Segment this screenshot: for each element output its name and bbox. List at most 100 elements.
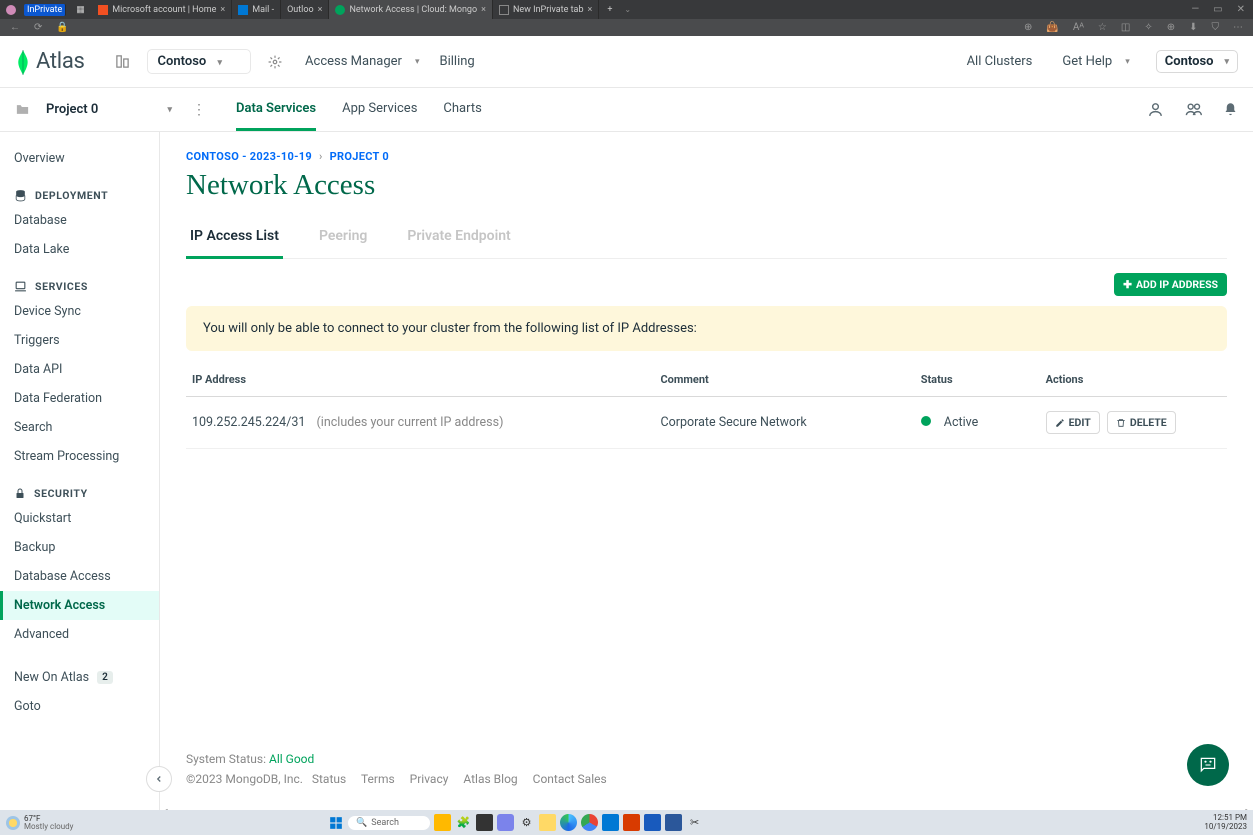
subtab-private-endpoint[interactable]: Private Endpoint xyxy=(403,218,514,258)
taskbar-app-icon[interactable]: ⚙ xyxy=(518,814,535,831)
status-dot-icon xyxy=(921,416,931,426)
sidebar-item-triggers[interactable]: Triggers xyxy=(0,326,159,355)
system-status-value[interactable]: All Good xyxy=(269,752,314,766)
minimize-button[interactable]: — xyxy=(1191,4,1199,15)
project-menu-icon[interactable]: ⋮ xyxy=(186,102,212,118)
sidebar-item-data-federation[interactable]: Data Federation xyxy=(0,384,159,413)
bell-icon[interactable] xyxy=(1223,101,1238,118)
footer-link-terms[interactable]: Terms xyxy=(361,772,395,786)
sidebar-item-stream-processing[interactable]: Stream Processing xyxy=(0,442,159,471)
atlas-logo[interactable]: Atlas xyxy=(15,49,85,75)
users-icon[interactable] xyxy=(1184,101,1203,118)
gear-icon[interactable] xyxy=(261,48,289,76)
settings-icon[interactable]: ⋯ xyxy=(1233,22,1243,33)
project-selector[interactable]: Project 0 ▾ xyxy=(38,98,178,121)
taskbar-app-icon[interactable] xyxy=(623,814,640,831)
sidebar-item-backup[interactable]: Backup xyxy=(0,533,159,562)
new-tab-button[interactable]: + xyxy=(599,5,620,15)
breadcrumb-project[interactable]: PROJECT 0 xyxy=(330,150,389,163)
browser-tab[interactable]: Outloo× xyxy=(281,0,329,19)
sidebar-header-security: SECURITY xyxy=(0,479,159,504)
split-screen-icon[interactable]: ◫ xyxy=(1121,22,1130,33)
start-button[interactable] xyxy=(327,814,344,831)
breadcrumb-org[interactable]: CONTOSO - 2023-10-19 xyxy=(186,150,312,163)
sidebar-item-database-access[interactable]: Database Access xyxy=(0,562,159,591)
subtab-peering[interactable]: Peering xyxy=(315,218,371,258)
org-selector[interactable]: Contoso ▾ xyxy=(147,49,252,74)
browser-tab-active[interactable]: Network Access | Cloud: Mongo× xyxy=(329,0,492,19)
edge-icon[interactable] xyxy=(560,814,577,831)
sidebar-item-network-access[interactable]: Network Access xyxy=(0,591,159,620)
sidebar-item-data-api[interactable]: Data API xyxy=(0,355,159,384)
tab-manager-icon[interactable]: ▦ xyxy=(76,5,86,15)
taskbar-app-icon[interactable] xyxy=(434,814,451,831)
get-help-link[interactable]: Get Help▾ xyxy=(1058,48,1133,75)
back-button[interactable]: ← xyxy=(10,22,20,33)
sidebar-item-goto[interactable]: Goto xyxy=(0,692,159,721)
taskbar-app-icon[interactable] xyxy=(476,814,493,831)
tab-app-services[interactable]: App Services xyxy=(342,89,417,131)
sidebar-collapse-button[interactable] xyxy=(146,766,172,792)
favorite-icon[interactable]: ☆ xyxy=(1098,22,1107,33)
edit-button[interactable]: EDIT xyxy=(1046,411,1100,434)
weather-widget[interactable]: 67°F Mostly cloudy xyxy=(6,815,73,831)
invite-icon[interactable] xyxy=(1147,101,1164,118)
billing-link[interactable]: Billing xyxy=(435,48,478,75)
performance-icon[interactable]: ⛉ xyxy=(1212,22,1220,33)
delete-label: DELETE xyxy=(1130,416,1167,429)
footer-link-contact[interactable]: Contact Sales xyxy=(533,772,607,786)
close-icon[interactable]: × xyxy=(220,5,225,15)
profile-avatar-icon xyxy=(6,5,16,15)
chat-button[interactable] xyxy=(1187,744,1229,786)
delete-button[interactable]: DELETE xyxy=(1107,411,1176,434)
chrome-icon[interactable] xyxy=(581,814,598,831)
user-name: Contoso xyxy=(1165,54,1214,69)
taskbar-app-icon[interactable] xyxy=(644,814,661,831)
close-icon[interactable]: × xyxy=(318,5,323,15)
restore-button[interactable]: ▭ xyxy=(1213,4,1222,15)
taskbar-app-icon[interactable] xyxy=(602,814,619,831)
user-menu[interactable]: Contoso▾ xyxy=(1156,50,1238,73)
sidebar-item-quickstart[interactable]: Quickstart xyxy=(0,504,159,533)
favorites-bar-icon[interactable]: ✧ xyxy=(1144,22,1152,33)
browser-tab[interactable]: Microsoft account | Home× xyxy=(92,0,232,19)
sidebar-item-new-on-atlas[interactable]: New On Atlas 2 xyxy=(0,663,159,692)
all-clusters-link[interactable]: All Clusters xyxy=(963,48,1037,75)
org-icon[interactable] xyxy=(109,48,137,76)
file-explorer-icon[interactable] xyxy=(539,814,556,831)
read-aloud-icon[interactable]: Aᴬ xyxy=(1073,22,1084,33)
refresh-button[interactable]: ⟳ xyxy=(34,22,42,33)
close-window-button[interactable]: ✕ xyxy=(1237,4,1245,15)
sidebar-item-device-sync[interactable]: Device Sync xyxy=(0,297,159,326)
add-ip-address-button[interactable]: ✚ ADD IP ADDRESS xyxy=(1114,273,1227,296)
browser-tab[interactable]: New InPrivate tab× xyxy=(493,0,599,19)
taskbar-clock[interactable]: 12:51 PM 10/19/2023 xyxy=(1204,814,1247,832)
taskbar-app-icon[interactable] xyxy=(497,814,514,831)
sidebar-item-database[interactable]: Database xyxy=(0,206,159,235)
footer-link-status[interactable]: Status xyxy=(312,772,346,786)
sidebar-item-advanced[interactable]: Advanced xyxy=(0,620,159,649)
snip-icon[interactable]: ✂ xyxy=(686,814,703,831)
access-manager-link[interactable]: Access Manager▾ xyxy=(301,48,423,75)
sidebar-item-data-lake[interactable]: Data Lake xyxy=(0,235,159,264)
taskbar-search[interactable]: 🔍Search xyxy=(348,816,430,830)
subtab-ip-access-list[interactable]: IP Access List xyxy=(186,218,283,259)
footer-link-privacy[interactable]: Privacy xyxy=(410,772,449,786)
lock-icon[interactable]: 🔒 xyxy=(56,22,68,33)
taskbar-app-icon[interactable]: 🧩 xyxy=(455,814,472,831)
pencil-icon xyxy=(1055,418,1065,428)
close-icon[interactable]: × xyxy=(588,5,593,15)
collections-icon[interactable]: ⊕ xyxy=(1167,22,1175,33)
tab-overflow-icon[interactable]: ⌄ xyxy=(620,5,635,14)
browser-tab[interactable]: Mail - xyxy=(232,0,281,19)
word-icon[interactable] xyxy=(665,814,682,831)
extensions-icon[interactable]: ⬇ xyxy=(1189,22,1197,33)
sidebar-item-search[interactable]: Search xyxy=(0,413,159,442)
zoom-icon[interactable]: ⊕ xyxy=(1024,22,1032,33)
footer-link-blog[interactable]: Atlas Blog xyxy=(463,772,517,786)
tab-data-services[interactable]: Data Services xyxy=(236,89,316,131)
close-icon[interactable]: × xyxy=(481,5,486,15)
sidebar-item-overview[interactable]: Overview xyxy=(0,144,159,173)
shopping-icon[interactable]: 👜 xyxy=(1046,22,1058,33)
tab-charts[interactable]: Charts xyxy=(443,89,481,131)
